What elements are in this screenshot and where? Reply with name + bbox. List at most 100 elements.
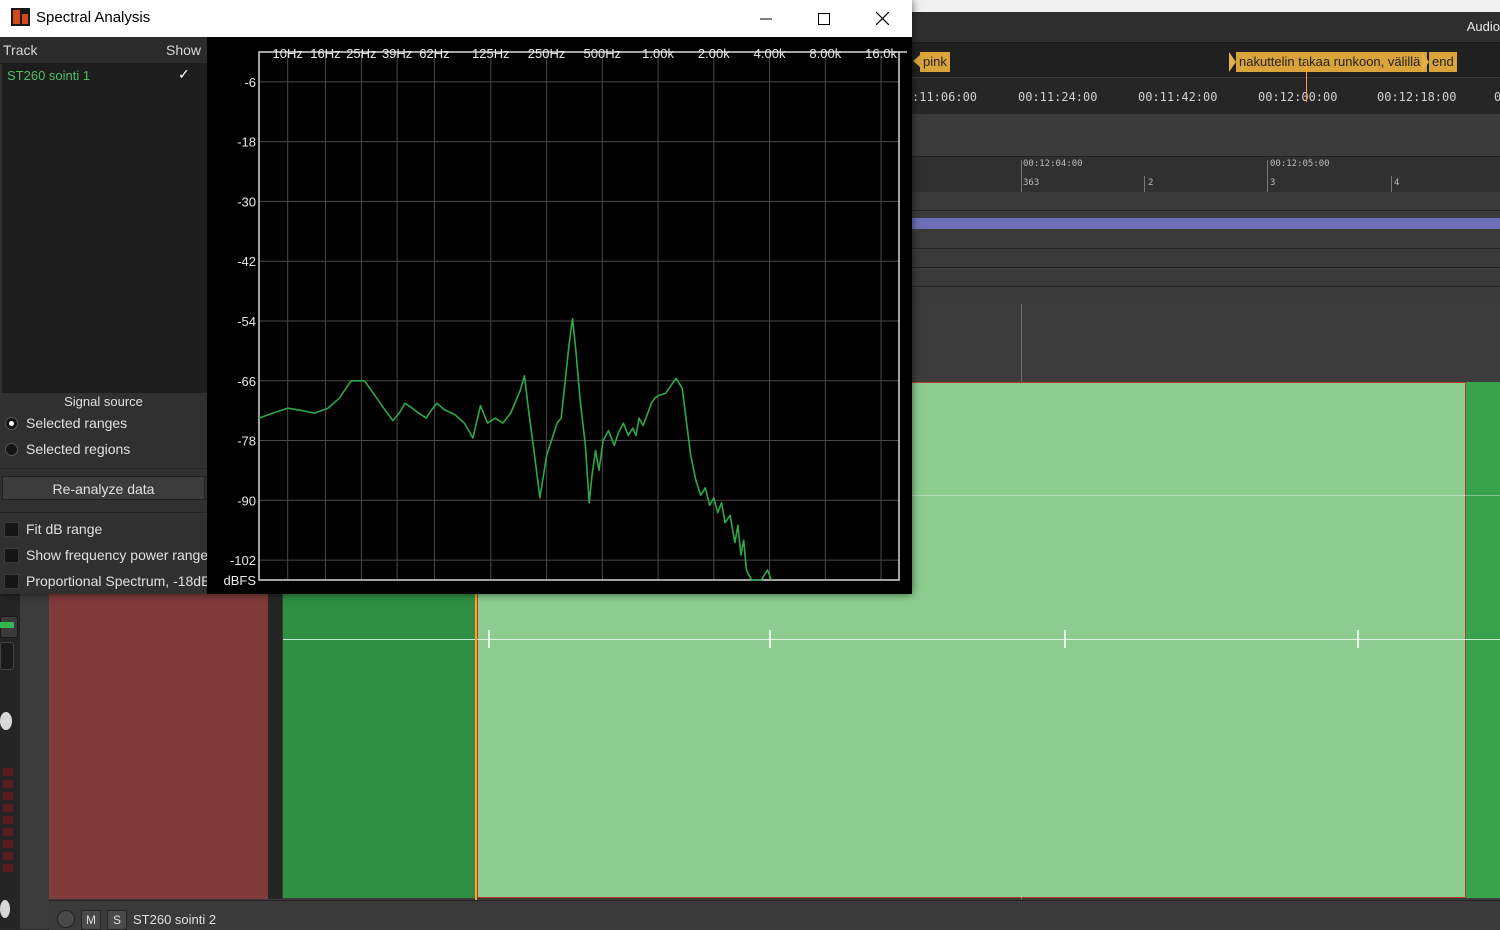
x-tick-label: 250Hz [528,46,566,61]
spectrum-chart: 10Hz 16Hz 25Hz 39Hz 62Hz 125Hz 250Hz 500Hz 1.00k… [223,46,907,588]
pan-knob-icon[interactable] [0,900,10,918]
maximize-icon [818,12,830,25]
close-button[interactable] [853,0,911,37]
record-arm-icon[interactable] [57,910,75,928]
audio-label[interactable]: Audio [1467,19,1500,34]
x-tick-label: 16Hz [310,46,340,61]
pan-knob-icon[interactable] [0,712,12,730]
meter-segment [3,852,13,860]
meter-segment [3,828,13,836]
timecode-label: 00:12:18:00 [1377,90,1457,104]
marker-end-flag-icon [1422,52,1429,72]
window-title: Spectral Analysis [36,9,151,26]
beat-tick [1391,176,1392,192]
x-tick-label: 1.00k [642,46,674,61]
waveform-transient [1357,630,1359,648]
x-tick-label: 8.00k [809,46,841,61]
x-tick-label: 62Hz [419,46,449,61]
x-tick-label: 39Hz [382,46,412,61]
meter-segment [3,792,13,800]
y-axis-label: dBFS [223,573,256,588]
mute-button[interactable]: M [81,910,101,930]
range-selection-bar[interactable] [912,218,1500,229]
x-tick-label: 2.00k [698,46,730,61]
daw-toolbar [912,12,1500,43]
track-divider [268,594,282,899]
column-header-show[interactable]: Show [166,42,201,58]
track-header-selected[interactable] [49,594,269,899]
track-show-toggle[interactable]: ✓ [178,66,190,83]
checkbox-label[interactable]: Proportional Spectrum, -18dB [26,573,210,589]
checkbox-label[interactable]: Show frequency power range [26,547,208,563]
track-row-name[interactable]: ST260 sointi 1 [7,68,90,83]
bbt-bar-label: 4 [1394,178,1400,188]
minimize-button[interactable] [737,0,795,37]
marker-pink[interactable]: pink [920,52,950,72]
separator [0,512,207,513]
y-tick-label: -30 [237,194,256,209]
radio-selected-regions[interactable] [5,443,18,456]
minimize-icon [760,18,772,19]
grid-line [1021,304,1022,382]
title-bar[interactable]: Spectral Analysis [0,0,912,37]
fit-db-range-checkbox[interactable] [4,522,19,537]
lane-divider [912,267,1500,268]
timecode-label: 00:12:00:00 [1258,90,1338,104]
marker-end[interactable]: end [1429,52,1457,72]
y-tick-label: -78 [237,434,256,449]
waveform-baseline [283,639,1500,640]
marker-flag-icon [913,55,920,67]
waveform-baseline [912,495,1500,496]
meter-segment [3,864,13,872]
lane-divider [912,248,1500,249]
timecode-label: 00:11:24:00 [1018,90,1098,104]
meter-segment [3,840,13,848]
daw-title-strip [912,0,1500,12]
audio-region[interactable] [1466,382,1500,898]
x-tick-label: 4.00k [754,46,786,61]
radio-label[interactable]: Selected ranges [26,415,127,431]
signal-source-heading: Signal source [64,394,143,409]
x-tick-label: 125Hz [472,46,510,61]
bbt-time-label: 00:12:04:00 [1023,159,1083,169]
y-tick-label: -18 [237,135,256,150]
show-frequency-power-range-checkbox[interactable] [4,548,19,563]
strip-level-indicator [0,622,14,628]
lane-divider [912,286,1500,287]
bbt-time-label: 00:12:05:00 [1270,159,1330,169]
waveform-transient [1064,630,1066,648]
maximize-button[interactable] [795,0,853,37]
timecode-label: 0 [1494,90,1500,104]
meter-segment [3,804,13,812]
bbt-ruler[interactable] [912,156,1500,193]
marker-range-label[interactable]: nakuttelin takaa runkoon, välillä [1236,52,1427,72]
x-tick-label: 25Hz [346,46,376,61]
track-list[interactable] [2,64,207,393]
bbt-bar-label: 3 [1270,178,1276,188]
proportional-spectrum-checkbox[interactable] [4,574,19,589]
solo-button[interactable]: S [107,910,127,930]
y-tick-label: -42 [237,254,256,269]
checkbox-label[interactable]: Fit dB range [26,521,102,537]
bbt-bar-label: 363 [1023,178,1040,188]
y-tick-label: -6 [244,75,256,90]
x-tick-label: 16.0k [865,46,897,61]
track-2-header [49,900,1500,930]
column-header-track[interactable]: Track [3,42,37,58]
spectrum-plot[interactable]: 10Hz 16Hz 25Hz 39Hz 62Hz 125Hz 250Hz 500Hz 1.00k… [207,37,912,594]
ruler-spacer [912,114,1500,156]
bbt-bar-label: 2 [1148,178,1154,188]
playhead[interactable] [475,594,477,929]
reanalyze-button[interactable]: Re-analyze data [2,476,205,500]
x-tick-label: 500Hz [584,46,622,61]
radio-label[interactable]: Selected regions [26,441,130,457]
ruler-playhead [1306,60,1307,102]
waveform-transient [769,630,771,648]
spectrum-series-line [258,317,773,581]
radio-selected-ranges[interactable] [5,417,18,430]
separator [0,468,207,469]
strip-fader[interactable] [0,642,14,670]
track-2-name[interactable]: ST260 sointi 2 [133,912,216,927]
meter-segment [3,768,13,776]
timecode-label: :11:06:00 [912,90,978,104]
